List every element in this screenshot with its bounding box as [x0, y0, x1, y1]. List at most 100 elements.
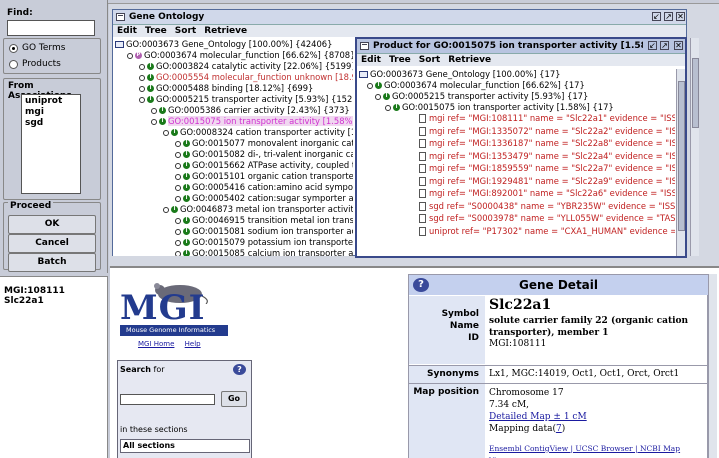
go-tree-row[interactable]: I GO:0005488 binding [18.12%] {699}	[115, 83, 353, 94]
close-icon[interactable]: ✕	[676, 12, 685, 21]
product-tree-row[interactable]: I GO:0003674 molecular_function [66.62%] …	[359, 80, 675, 91]
go-tree[interactable]: GO:0003673 Gene_Ontology [100.00%] {4240…	[113, 39, 353, 256]
expand-icon[interactable]	[175, 250, 181, 256]
help-icon[interactable]: ?	[413, 278, 429, 292]
expand-icon[interactable]	[385, 104, 391, 111]
expand-icon[interactable]	[175, 195, 181, 202]
product-window-titlebar[interactable]: Product for GO:0015075 ion transporter a…	[357, 39, 685, 54]
mgi-home-link[interactable]: MGI Home	[138, 340, 174, 348]
cancel-button[interactable]: Cancel	[8, 234, 96, 253]
product-row[interactable]: mgi ref= "MGI:1929481" name = "Slc22a9" …	[359, 176, 675, 189]
expand-icon[interactable]	[139, 85, 145, 92]
menu-edit[interactable]: Edit	[117, 26, 137, 36]
help-link[interactable]: Help	[185, 340, 201, 348]
find-input[interactable]	[7, 20, 95, 36]
menu-retrieve[interactable]: Retrieve	[204, 26, 247, 36]
go-tree-row[interactable]: I GO:0046873 metal ion transporter activi…	[115, 204, 353, 215]
product-row[interactable]: sgd ref= "S0000438" name = "YBR235W" evi…	[359, 201, 675, 214]
product-row[interactable]: sgd ref= "S0003978" name = "YLL055W" evi…	[359, 213, 675, 226]
go-tree-row[interactable]: I GO:0015075 ion transporter activity [1.…	[115, 116, 353, 127]
product-row[interactable]: mgi ref= "MGI:1336187" name = "Slc22a8" …	[359, 138, 675, 151]
expand-icon[interactable]	[175, 184, 181, 191]
scroll-thumb[interactable]	[678, 81, 685, 231]
genome-browser-links[interactable]: Ensembl ContigView | UCSC Browser | NCBI…	[489, 443, 707, 458]
go-tree-row[interactable]: I GO:0015077 monovalent inorganic cation	[115, 138, 353, 149]
go-tree-row[interactable]: I GO:0005386 carrier activity [2.43%] {37…	[115, 105, 353, 116]
product-tree-row[interactable]: I GO:0015075 ion transporter activity [1.…	[359, 102, 675, 113]
go-scrollbar[interactable]	[690, 38, 699, 256]
expand-icon[interactable]	[175, 173, 181, 180]
expand-icon[interactable]	[175, 162, 181, 169]
associations-list[interactable]: uniprot mgi sgd	[21, 94, 81, 194]
go-tree-row[interactable]: GO:0003673 Gene_Ontology [100.00%] {4240…	[115, 39, 353, 50]
expand-icon[interactable]	[175, 239, 181, 246]
product-row[interactable]: mgi ref= "MGI:1335072" name = "Slc22a2" …	[359, 126, 675, 139]
sections-select[interactable]: All sections	[120, 439, 250, 453]
minimize-icon[interactable]: ↙	[648, 41, 657, 50]
expand-icon[interactable]	[175, 217, 181, 224]
expand-icon[interactable]	[127, 52, 133, 59]
association-item[interactable]: sgd	[25, 118, 77, 129]
search-input[interactable]	[120, 394, 215, 405]
association-item[interactable]: mgi	[25, 107, 77, 118]
menu-sort[interactable]: Sort	[175, 26, 196, 36]
association-item[interactable]: uniprot	[25, 96, 77, 107]
expand-icon[interactable]	[175, 140, 181, 147]
go-tree-row[interactable]: I GO:0015101 organic cation transporter a…	[115, 171, 353, 182]
product-tree[interactable]: GO:0003673 Gene_Ontology [100.00%] {17} I…	[357, 69, 675, 256]
expand-icon[interactable]	[375, 93, 381, 100]
product-row[interactable]: mgi ref= "MGI:108111" name = "Slc22a1" e…	[359, 113, 675, 126]
scroll-thumb[interactable]	[692, 58, 699, 128]
go-tree-row[interactable]: I GO:0005402 cation:sugar symporter activ	[115, 193, 353, 204]
radio-go-terms[interactable]: GO Terms	[9, 43, 65, 53]
product-row[interactable]: mgi ref= "MGI:1353479" name = "Slc22a4" …	[359, 151, 675, 164]
detailed-map-link[interactable]: Detailed Map ± 1 cM	[489, 411, 707, 423]
go-window-titlebar[interactable]: Gene Ontology	[113, 10, 686, 25]
product-scrollbar[interactable]	[676, 69, 685, 256]
go-tree-row[interactable]: I GO:0015081 sodium ion transporter activ	[115, 226, 353, 237]
expand-icon[interactable]	[139, 74, 145, 81]
product-tree-row[interactable]: I GO:0005215 transporter activity [5.93%]…	[359, 91, 675, 102]
close-icon[interactable]: ✕	[674, 41, 683, 50]
expand-icon[interactable]	[151, 118, 157, 125]
menu-tree[interactable]: Tree	[389, 55, 411, 65]
mgi-logo[interactable]: MGI	[120, 288, 206, 328]
product-row[interactable]: uniprot ref= "P17302" name = "CXA1_HUMAN…	[359, 226, 675, 239]
maximize-icon[interactable]: ↗	[664, 12, 673, 21]
menu-sort[interactable]: Sort	[419, 55, 440, 65]
expand-icon[interactable]	[151, 107, 157, 114]
menu-edit[interactable]: Edit	[361, 55, 381, 65]
expand-icon[interactable]	[163, 129, 169, 136]
go-tree-row[interactable]: I GO:0008324 cation transporter activity …	[115, 127, 353, 138]
expand-icon[interactable]	[175, 151, 181, 158]
go-tree-row[interactable]: I GO:0005554 molecular_function unknown […	[115, 72, 353, 83]
go-tree-row[interactable]: I GO:0015079 potassium ion transporter a	[115, 237, 353, 248]
menu-tree[interactable]: Tree	[145, 26, 167, 36]
maximize-icon[interactable]: ↗	[660, 41, 669, 50]
go-tree-row[interactable]: I GO:0003824 catalytic activity [22.06%] …	[115, 61, 353, 72]
expand-icon[interactable]	[139, 96, 145, 103]
minimize-icon[interactable]: ↙	[652, 12, 661, 21]
batch-button[interactable]: Batch	[8, 253, 96, 272]
go-tree-row[interactable]: P GO:0003674 molecular_function [66.62%] …	[115, 50, 353, 61]
product-row[interactable]: mgi ref= "MGI:1859559" name = "Slc22a7" …	[359, 163, 675, 176]
go-button[interactable]: Go	[221, 391, 247, 407]
go-tree-row[interactable]: I GO:0015085 calcium ion transporter acti…	[115, 248, 353, 256]
document-icon	[419, 151, 426, 161]
go-tree-row[interactable]: I GO:0015662 ATPase activity, coupled to …	[115, 160, 353, 171]
product-row[interactable]: mgi ref= "MGI:892001" name = "Slc22a6" e…	[359, 188, 675, 201]
go-tree-row[interactable]: I GO:0005416 cation:amino acid symporter	[115, 182, 353, 193]
ok-button[interactable]: OK	[8, 215, 96, 234]
menu-retrieve[interactable]: Retrieve	[448, 55, 491, 65]
expand-icon[interactable]	[139, 63, 145, 70]
expand-icon[interactable]	[175, 228, 181, 235]
go-tree-row[interactable]: IGO:0046915 transition metal ion transpo…	[115, 215, 353, 226]
browser-scrollbar[interactable]	[708, 274, 717, 458]
expand-icon[interactable]	[367, 82, 373, 89]
expand-icon[interactable]	[163, 206, 169, 213]
product-tree-row[interactable]: GO:0003673 Gene_Ontology [100.00%] {17}	[359, 69, 675, 80]
go-tree-row[interactable]: I GO:0015082 di-, tri-valent inorganic ca…	[115, 149, 353, 160]
go-tree-row[interactable]: I GO:0005215 transporter activity [5.93%]…	[115, 94, 353, 105]
radio-products[interactable]: Products	[9, 59, 61, 69]
search-help-icon[interactable]: ?	[233, 364, 246, 375]
